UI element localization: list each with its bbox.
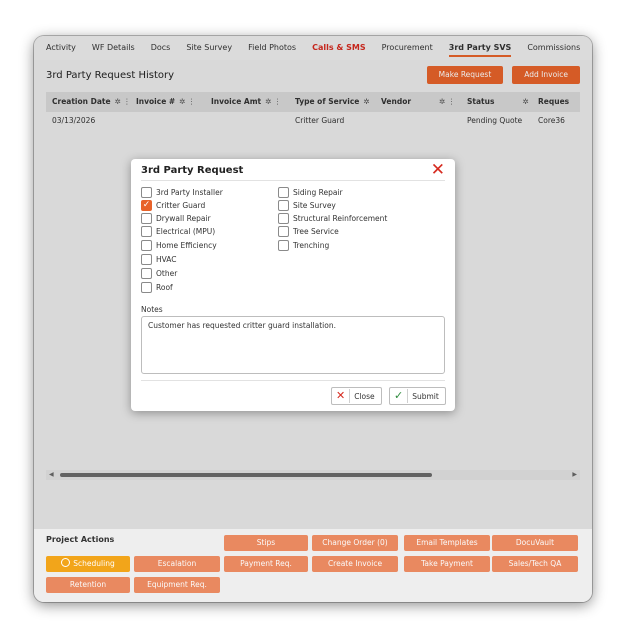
- sales-tech-qa-button[interactable]: Sales/Tech QA: [492, 556, 578, 572]
- retention-button[interactable]: Retention: [46, 577, 130, 593]
- checkbox-hvac[interactable]: HVAC: [141, 254, 177, 265]
- checkbox-box[interactable]: [278, 226, 289, 237]
- dialog-title: 3rd Party Request: [141, 165, 244, 176]
- close-x-icon[interactable]: ✕: [431, 160, 445, 180]
- checkmark-icon: ✓: [394, 389, 409, 403]
- stips-button[interactable]: Stips: [224, 535, 308, 551]
- notes-field[interactable]: Customer has requested critter guard ins…: [141, 316, 445, 374]
- checkbox-box[interactable]: [141, 213, 152, 224]
- checkbox-box[interactable]: [141, 240, 152, 251]
- submit-button[interactable]: ✓ Submit: [389, 387, 446, 405]
- checkbox-siding-repair[interactable]: Siding Repair: [278, 187, 343, 198]
- checkbox-box[interactable]: [141, 187, 152, 198]
- checkbox-box[interactable]: [141, 226, 152, 237]
- project-actions-title: Project Actions: [46, 535, 115, 544]
- checkbox-site-survey[interactable]: Site Survey: [278, 200, 336, 211]
- checkbox-electrical-mpu[interactable]: Electrical (MPU): [141, 226, 215, 237]
- checkbox-box[interactable]: [141, 268, 152, 279]
- escalation-button[interactable]: Escalation: [134, 556, 220, 572]
- checkbox-trenching[interactable]: Trenching: [278, 240, 329, 251]
- take-payment-button[interactable]: Take Payment: [404, 556, 490, 572]
- checkbox-structural-reinforcement[interactable]: Structural Reinforcement: [278, 213, 387, 224]
- checkbox-box[interactable]: [278, 187, 289, 198]
- close-button[interactable]: ✕ Close: [331, 387, 382, 405]
- checkbox-box[interactable]: [278, 240, 289, 251]
- scheduling-button[interactable]: Scheduling: [46, 556, 130, 572]
- checkbox-box[interactable]: [141, 282, 152, 293]
- change-order-button[interactable]: Change Order (0): [312, 535, 398, 551]
- checkbox-3rd-party-installer[interactable]: 3rd Party Installer: [141, 187, 223, 198]
- checkbox-box[interactable]: [278, 200, 289, 211]
- close-icon: ✕: [336, 389, 351, 403]
- divider: [141, 380, 445, 381]
- third-party-request-dialog: 3rd Party Request ✕ 3rd Party Installer …: [131, 159, 455, 411]
- clock-icon: [61, 558, 71, 567]
- docuvault-button[interactable]: DocuVault: [492, 535, 578, 551]
- create-invoice-button[interactable]: Create Invoice: [312, 556, 398, 572]
- payment-req-button[interactable]: Payment Req.: [224, 556, 308, 572]
- equipment-req-button[interactable]: Equipment Req.: [134, 577, 220, 593]
- checkbox-box[interactable]: [141, 254, 152, 265]
- checkbox-drywall-repair[interactable]: Drywall Repair: [141, 213, 211, 224]
- checkbox-critter-guard[interactable]: ✓ Critter Guard: [141, 200, 205, 211]
- project-actions-panel: Project Actions Stips Change Order (0) E…: [34, 529, 592, 602]
- checkbox-home-efficiency[interactable]: Home Efficiency: [141, 240, 217, 251]
- divider: [141, 180, 445, 181]
- checkbox-other[interactable]: Other: [141, 268, 177, 279]
- checkbox-roof[interactable]: Roof: [141, 282, 173, 293]
- checkbox-box[interactable]: [278, 213, 289, 224]
- email-templates-button[interactable]: Email Templates: [404, 535, 490, 551]
- checkmark-icon[interactable]: ✓: [141, 200, 152, 211]
- checkbox-tree-service[interactable]: Tree Service: [278, 226, 339, 237]
- notes-label: Notes: [141, 305, 163, 314]
